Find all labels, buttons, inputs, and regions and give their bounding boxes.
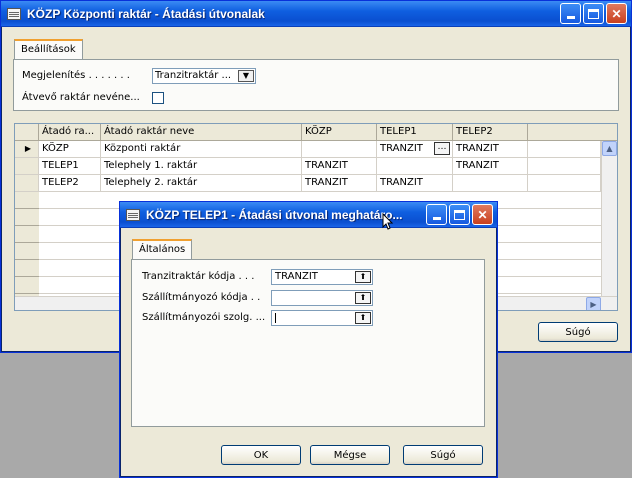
cell-name[interactable]: Központi raktár [101,141,302,158]
table-row[interactable]: ▶ KÖZP Központi raktár TRANZIT … TRANZIT [15,141,601,158]
shipper-code-input[interactable]: ⬆ [271,290,373,306]
display-select[interactable]: Tranzitraktár ... ▼ [152,68,256,84]
col-header-telep2[interactable]: TELEP2 [453,124,528,141]
shipper-service-input[interactable]: ⬆ [271,310,373,326]
cell-empty [528,175,601,192]
tab-general[interactable]: Általános [132,239,193,260]
shipper-service-label: Szállítmányozói szolg. ... [142,312,266,323]
cell-kozp[interactable]: TRANZIT [302,158,377,175]
cell-name[interactable]: Telephely 2. raktár [101,175,302,192]
cell-telep1-value: TRANZIT [380,143,423,154]
text-cursor [275,313,276,323]
window-icon [7,7,21,20]
main-help-button[interactable]: Súgó [538,322,618,342]
main-titlebar[interactable]: KÖZP Központi raktár - Átadási útvonalak… [1,1,631,27]
row-selector[interactable] [15,158,39,175]
ok-button[interactable]: OK [221,445,301,465]
cell-telep1[interactable]: TRANZIT … [377,141,453,158]
cell-telep2[interactable] [453,175,528,192]
cell-code[interactable]: TELEP1 [39,158,101,175]
empty-rows [15,192,39,296]
table-row[interactable]: TELEP1 Telephely 1. raktár TRANZIT TRANZ… [15,158,601,175]
col-header-empty [528,124,617,141]
show-receiver-label: Átvevő raktár nevéne... [22,92,140,103]
table-row[interactable]: TELEP2 Telephely 2. raktár TRANZIT TRANZ… [15,175,601,192]
window-icon [126,208,140,221]
cell-telep1[interactable] [377,158,453,175]
col-header-telep1[interactable]: TELEP1 [377,124,453,141]
arrow-up-icon[interactable]: ⬆ [355,271,371,283]
ellipsis-icon[interactable]: … [434,142,450,155]
cell-kozp[interactable]: TRANZIT [302,175,377,192]
show-receiver-checkbox[interactable] [152,92,164,104]
general-panel: Tranzitraktár kódja . . . TRANZIT ⬆ Szál… [131,259,485,427]
vertical-scrollbar[interactable]: ▲ [601,141,617,296]
minimize-button[interactable] [426,204,447,225]
settings-panel: Megjelenítés . . . . . . . Tranzitraktár… [13,59,619,111]
main-window-title: KÖZP Központi raktár - Átadási útvonalak [27,6,265,21]
cell-code[interactable]: KÖZP [39,141,101,158]
display-select-value: Tranzitraktár ... [155,70,232,81]
maximize-button[interactable] [449,204,470,225]
cell-kozp[interactable] [302,141,377,158]
cell-telep2[interactable]: TRANZIT [453,158,528,175]
cell-empty [528,141,601,158]
shipper-code-label: Szállítmányozó kódja . . [142,292,261,303]
display-label: Megjelenítés . . . . . . . [22,70,130,81]
cancel-button[interactable]: Mégse [310,445,390,465]
scroll-up-icon[interactable]: ▲ [602,141,617,156]
cell-empty [528,158,601,175]
arrow-up-icon[interactable]: ⬆ [355,292,371,304]
grid-header: Átadó ra... Átadó raktár neve KÖZP TELEP… [15,124,617,141]
close-icon: ✕ [477,207,488,222]
row-selector[interactable] [15,175,39,192]
maximize-icon [454,209,465,220]
route-dialog: KÖZP TELEP1 - Átadási útvonal meghatáro.… [119,201,498,478]
col-header-kozp[interactable]: KÖZP [302,124,377,141]
transit-code-input[interactable]: TRANZIT ⬆ [271,269,373,285]
dialog-titlebar[interactable]: KÖZP TELEP1 - Átadási útvonal meghatáro.… [120,202,497,228]
maximize-icon [588,8,599,19]
close-button[interactable]: ✕ [606,3,627,24]
cell-telep1[interactable]: TRANZIT [377,175,453,192]
mouse-cursor-icon [382,213,394,230]
tab-settings[interactable]: Beállítások [14,39,83,59]
cell-telep2[interactable]: TRANZIT [453,141,528,158]
close-icon: ✕ [611,6,622,21]
minimize-button[interactable] [560,3,581,24]
cell-name[interactable]: Telephely 1. raktár [101,158,302,175]
col-header-name[interactable]: Átadó raktár neve [101,124,302,141]
row-selector[interactable]: ▶ [15,141,39,158]
col-header-code[interactable]: Átadó ra... [39,124,101,141]
transit-code-label: Tranzitraktár kódja . . . [142,271,255,282]
maximize-button[interactable] [583,3,604,24]
grid-corner [15,124,39,141]
dialog-title: KÖZP TELEP1 - Átadási útvonal meghatáro.… [146,207,403,222]
minimize-icon [432,217,441,220]
minimize-icon [566,16,575,19]
close-button[interactable]: ✕ [472,204,493,225]
dialog-help-button[interactable]: Súgó [403,445,483,465]
cell-code[interactable]: TELEP2 [39,175,101,192]
chevron-down-icon[interactable]: ▼ [238,70,254,82]
transit-code-value: TRANZIT [275,271,318,282]
arrow-up-icon[interactable]: ⬆ [355,312,371,324]
scroll-right-icon[interactable]: ▶ [586,297,601,310]
